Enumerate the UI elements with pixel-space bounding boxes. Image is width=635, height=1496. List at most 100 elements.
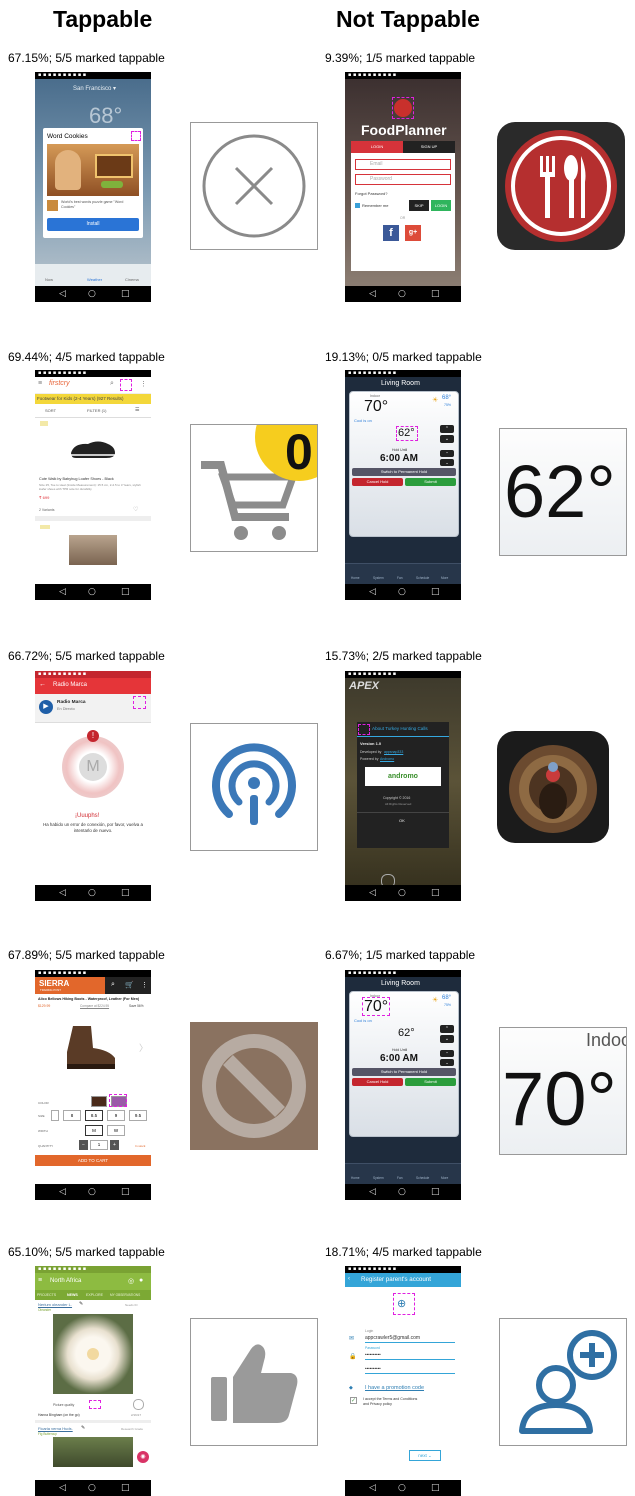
quantity-decrease[interactable]: −: [79, 1140, 88, 1150]
temp-down-button[interactable]: ⌄: [440, 435, 454, 443]
product-image[interactable]: [61, 1022, 121, 1072]
station-info-button[interactable]: [133, 696, 146, 709]
back-icon[interactable]: ◁: [59, 586, 66, 598]
next-button[interactable]: next ⌄: [409, 1450, 441, 1461]
locate-icon[interactable]: ◎: [128, 1277, 134, 1285]
tab-schedule[interactable]: Schedule: [416, 1176, 429, 1180]
home-icon[interactable]: ○: [88, 1186, 96, 1198]
cart-button[interactable]: [120, 379, 132, 391]
password-field[interactable]: Password: [355, 174, 451, 185]
cancel-hold-button[interactable]: Cancel Hold: [352, 1078, 403, 1086]
add-to-cart-button[interactable]: ADD TO CART: [35, 1155, 151, 1166]
back-icon[interactable]: ◁: [369, 1482, 376, 1494]
terms-checkbox[interactable]: ✓: [350, 1397, 357, 1404]
back-arrow-icon[interactable]: ←: [39, 681, 46, 688]
color-swatch-brown[interactable]: [91, 1096, 107, 1107]
promo-code-link[interactable]: I have a promotion code: [365, 1385, 424, 1391]
size-option-8-5[interactable]: 8.5: [85, 1110, 103, 1121]
back-icon[interactable]: ◁: [59, 887, 66, 899]
back-icon[interactable]: ◁: [59, 1186, 66, 1198]
skip-button[interactable]: SKIP: [409, 200, 429, 211]
tab-home[interactable]: Home: [351, 576, 360, 580]
width-option-m[interactable]: M: [85, 1125, 103, 1136]
observation-2-photo[interactable]: [53, 1437, 133, 1467]
recents-icon[interactable]: □: [431, 887, 440, 899]
recents-icon[interactable]: □: [121, 288, 130, 300]
home-icon[interactable]: ○: [398, 1482, 406, 1494]
submit-button[interactable]: Submit: [405, 1078, 456, 1086]
tab-system[interactable]: System: [373, 1176, 384, 1180]
recents-icon[interactable]: □: [431, 1482, 440, 1494]
variants-link[interactable]: 2 Variants: [39, 508, 55, 512]
permanent-hold-button[interactable]: Switch to Permanent Hold: [352, 468, 456, 476]
play-button[interactable]: ▶: [39, 700, 53, 714]
tab-weather[interactable]: Weather: [87, 277, 102, 282]
quantity-increase[interactable]: +: [110, 1140, 119, 1150]
back-icon[interactable]: ◁: [369, 288, 376, 300]
observer-name[interactable]: Hanna Bingham (on the go): [38, 1413, 80, 1417]
back-icon[interactable]: ◁: [59, 288, 66, 300]
tab-system[interactable]: System: [373, 576, 384, 580]
developer-link[interactable]: appsnap333: [384, 750, 403, 754]
tab-fan[interactable]: Fan: [397, 576, 403, 580]
login-button[interactable]: LOGIN: [431, 200, 451, 211]
grid-view-icon[interactable]: ☰: [135, 407, 139, 413]
tab-news[interactable]: NEWS: [67, 1293, 78, 1297]
remember-checkbox[interactable]: [355, 203, 360, 208]
city-selector[interactable]: San Francisco ▾: [73, 85, 116, 92]
install-button[interactable]: Install: [47, 218, 139, 231]
size-option-9[interactable]: 9: [107, 1110, 125, 1121]
temp-up-button[interactable]: ⌃: [440, 1025, 454, 1033]
back-arrow-icon[interactable]: ‹: [348, 1276, 350, 1282]
home-icon[interactable]: ○: [88, 586, 96, 598]
time-up-button[interactable]: ⌃: [440, 1050, 454, 1057]
menu-icon[interactable]: ≡: [38, 380, 42, 387]
tab-cinema[interactable]: Cinema: [125, 277, 139, 282]
recents-icon[interactable]: □: [121, 887, 130, 899]
edit-icon-2[interactable]: ✎: [81, 1425, 85, 1431]
permanent-hold-button[interactable]: Switch to Permanent Hold: [352, 1068, 456, 1076]
andromo-link[interactable]: Andromo: [380, 757, 394, 761]
overflow-menu-icon[interactable]: ⋮: [141, 981, 148, 989]
agree-id-icon[interactable]: [133, 1399, 144, 1410]
password-field[interactable]: ••••••••••: [365, 1352, 381, 1357]
tab-my-observations[interactable]: MY OBSERVATIONS: [110, 1293, 140, 1297]
confirm-password-field[interactable]: ••••••••••: [365, 1366, 381, 1371]
wishlist-icon[interactable]: ♡: [133, 506, 138, 513]
home-icon[interactable]: ○: [88, 288, 96, 300]
product-image-2[interactable]: [69, 535, 117, 565]
tab-login[interactable]: LOGIN: [351, 141, 403, 153]
add-fab-icon[interactable]: [381, 874, 395, 885]
tab-more[interactable]: More: [441, 576, 448, 580]
home-icon[interactable]: ○: [88, 1482, 96, 1494]
quality-like-button[interactable]: [89, 1400, 101, 1409]
home-icon[interactable]: ○: [398, 887, 406, 899]
time-down-button[interactable]: ⌄: [440, 459, 454, 466]
sort-button[interactable]: SORT: [45, 408, 56, 413]
tab-signup[interactable]: SIGN UP: [403, 141, 455, 153]
tab-home[interactable]: Home: [351, 1176, 360, 1180]
back-icon[interactable]: ◁: [369, 586, 376, 598]
filter-button[interactable]: FILTER (1): [87, 408, 106, 413]
quantity-value[interactable]: 1: [90, 1140, 108, 1150]
recents-icon[interactable]: □: [431, 586, 440, 598]
observation-1-photo[interactable]: [53, 1314, 133, 1394]
home-icon[interactable]: ○: [88, 887, 96, 899]
temp-up-button[interactable]: ⌃: [440, 425, 454, 433]
back-icon[interactable]: ◁: [369, 1186, 376, 1198]
temp-down-button[interactable]: ⌄: [440, 1035, 454, 1043]
google-button[interactable]: g+: [405, 225, 421, 241]
facebook-button[interactable]: f: [383, 225, 399, 241]
menu-icon[interactable]: ≡: [38, 1277, 42, 1284]
tab-projects[interactable]: PROJECTS: [37, 1293, 56, 1297]
home-icon[interactable]: ○: [398, 586, 406, 598]
time-up-button[interactable]: ⌃: [440, 450, 454, 457]
size-option-8[interactable]: 8: [63, 1110, 81, 1121]
search-icon[interactable]: ⌕: [111, 981, 115, 989]
overflow-menu-icon[interactable]: ⋮: [140, 380, 147, 388]
recents-icon[interactable]: □: [431, 1186, 440, 1198]
cancel-hold-button[interactable]: Cancel Hold: [352, 478, 403, 486]
tab-explore[interactable]: EXPLORE: [86, 1293, 103, 1297]
tab-schedule[interactable]: Schedule: [416, 576, 429, 580]
product-name[interactable]: Cute Walk by Babyhug Loafer Shoes - Blac…: [39, 477, 114, 481]
